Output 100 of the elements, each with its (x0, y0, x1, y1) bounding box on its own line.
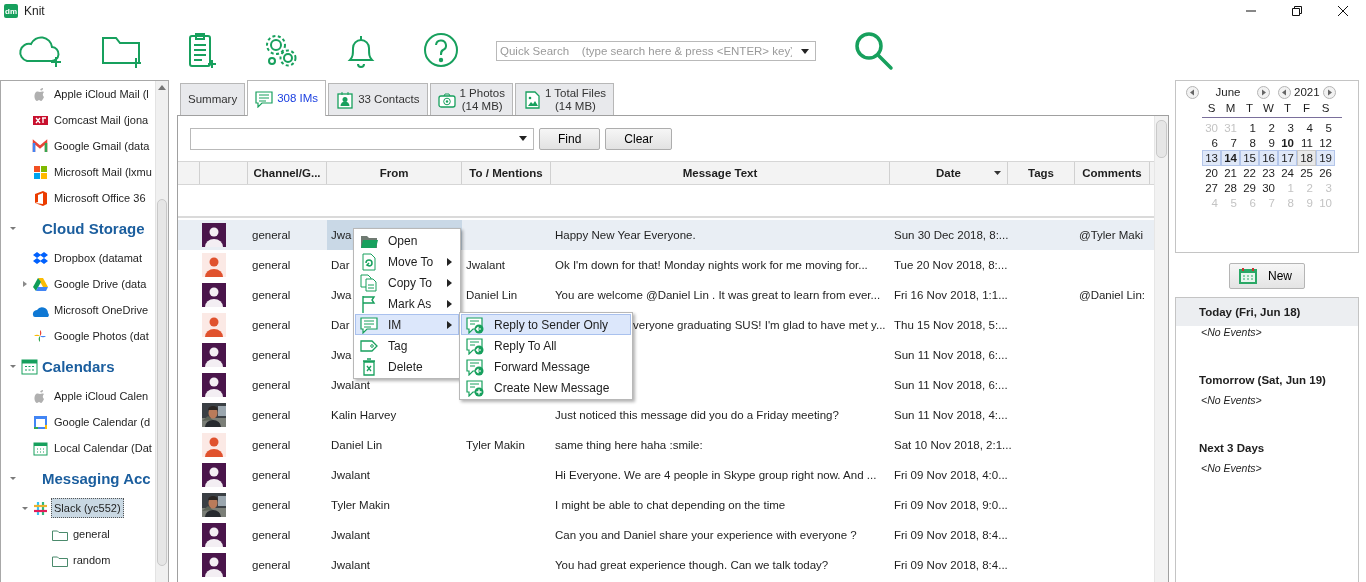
menu-item[interactable]: IM (355, 314, 459, 335)
search-icon[interactable] (852, 29, 896, 73)
calendar-day[interactable]: 11 (1297, 135, 1316, 151)
calendar-day[interactable]: 3 (1278, 120, 1297, 136)
close-icon[interactable] (1338, 6, 1348, 16)
table-cell: Daniel Lin (466, 289, 518, 301)
calendar-day[interactable]: 27 (1202, 180, 1221, 196)
tree-item[interactable]: Comcast Mail (jona (51, 110, 152, 130)
tree-item[interactable]: Apple iCloud Mail (l (51, 84, 152, 104)
calendar-day[interactable]: 2 (1259, 120, 1278, 136)
submenu-arrow-icon (447, 299, 452, 308)
calendar-day[interactable]: 7 (1221, 135, 1240, 151)
tree-item[interactable]: Microsoft Office 36 (51, 188, 149, 208)
calendar-day[interactable]: 17 (1278, 150, 1297, 166)
calendar-day[interactable]: 21 (1221, 165, 1240, 181)
calendar-day[interactable]: 25 (1297, 165, 1316, 181)
tree-item[interactable]: Google Gmail (data (51, 136, 153, 156)
column-header[interactable]: Message Text (551, 162, 890, 184)
caret-icon[interactable] (519, 136, 527, 141)
calendar-day[interactable]: 6 (1202, 135, 1221, 151)
calendar-day[interactable]: 15 (1240, 150, 1259, 166)
app-logo: dm (4, 4, 18, 18)
tree-item[interactable]: Microsoft OneDrive (51, 300, 152, 320)
column-header[interactable]: Channel/G... (248, 162, 327, 184)
calendar-day[interactable]: 29 (1240, 180, 1259, 196)
avatar-icon (202, 433, 226, 457)
tab[interactable]: 1 Total Files (14 MB) (514, 83, 615, 115)
menu-item[interactable]: Copy To (355, 272, 459, 293)
calendar-day[interactable]: 9 (1259, 135, 1278, 151)
scrollbar[interactable] (155, 81, 168, 582)
column-header[interactable]: Comments (1075, 162, 1150, 184)
calendar-day[interactable]: 16 (1259, 150, 1278, 166)
table-cell: Sun 11 Nov 2018, 6:... (894, 349, 1008, 361)
tree-item[interactable]: Google Drive (data (51, 274, 150, 294)
agenda-heading[interactable]: Tomorrow (Sat, Jun 19) (1176, 366, 1358, 394)
tree-item[interactable]: Dropbox (datamat (51, 248, 146, 268)
tree-item[interactable]: Google Calendar (d (51, 412, 153, 432)
agenda-heading[interactable]: Next 3 Days (1176, 434, 1358, 462)
menu-item[interactable]: Reply to Sender Only (461, 314, 631, 335)
tree-item[interactable]: Local Calendar (Dat (51, 438, 155, 458)
menu-item[interactable]: Open (355, 230, 459, 251)
agenda-heading[interactable]: Today (Fri, Jun 18) (1176, 298, 1358, 326)
calendar-day[interactable]: 4 (1297, 120, 1316, 136)
calendar-day[interactable]: 18 (1297, 150, 1316, 166)
calendar-day[interactable]: 19 (1316, 150, 1335, 166)
table-cell: Tyler Makin (466, 439, 525, 451)
table-cell: @Tyler Maki (1079, 229, 1144, 241)
calendar-day[interactable]: 10 (1278, 135, 1297, 151)
tree-item[interactable]: Microsoft Mail (lxmu (51, 162, 155, 182)
next-icon[interactable] (1322, 85, 1336, 99)
new-button[interactable]: New (1229, 263, 1305, 289)
menu-item[interactable]: Reply To All (461, 335, 631, 356)
next-icon[interactable] (1257, 85, 1270, 99)
calendar-day[interactable]: 13 (1202, 150, 1221, 166)
calendar-day[interactable]: 28 (1221, 180, 1240, 196)
calendar-day[interactable]: 8 (1240, 135, 1259, 151)
filter-button[interactable]: Clear (605, 127, 673, 150)
menu-item[interactable]: Delete (355, 356, 459, 377)
sort-caret-icon[interactable] (994, 171, 1001, 175)
menu-item[interactable]: Move To (355, 251, 459, 272)
column-header[interactable]: Date (890, 162, 1008, 184)
previous-icon[interactable] (1278, 85, 1291, 99)
calendar-day[interactable]: 24 (1278, 165, 1297, 181)
section-heading[interactable]: Calendars (42, 357, 115, 375)
calendar-day[interactable]: 30 (1259, 180, 1278, 196)
calendar-day[interactable]: 12 (1316, 135, 1335, 151)
calendar-day[interactable]: 23 (1259, 165, 1278, 181)
table-cell: general (252, 559, 291, 571)
tree-item[interactable]: random (70, 550, 114, 570)
menu-item[interactable]: Tag (355, 335, 459, 356)
tree-item[interactable]: Slack (yc552) (51, 498, 124, 518)
column-header[interactable]: Tags (1008, 162, 1075, 184)
calendar-day[interactable]: 5 (1316, 120, 1335, 136)
tree-item[interactable]: general (70, 524, 113, 544)
menu-item[interactable]: Create New Message (461, 377, 631, 398)
calendar-day[interactable]: 26 (1316, 165, 1335, 181)
scrollbar[interactable] (1154, 116, 1168, 582)
calendar-day[interactable]: 22 (1240, 165, 1259, 181)
section-heading[interactable]: Messaging Acc (42, 469, 151, 487)
tab[interactable]: 1 Photos (14 MB) (429, 83, 513, 115)
column-header[interactable]: From (327, 162, 462, 184)
empty-events-text: <No Events> (1201, 326, 1262, 338)
filter-button[interactable]: Find (539, 127, 601, 150)
column-header[interactable]: To / Mentions (462, 162, 551, 184)
tab[interactable]: 308 IMs (247, 80, 327, 116)
caret-icon[interactable] (801, 48, 809, 54)
tree-item[interactable]: Apple iCloud Calen (51, 386, 152, 406)
section-heading[interactable]: Cloud Storage (42, 219, 145, 237)
menu-item[interactable]: Forward Message (461, 356, 631, 377)
tree-item[interactable]: Google Photos (dat (51, 326, 152, 346)
trash-icon (360, 357, 378, 376)
previous-icon[interactable] (1186, 85, 1199, 99)
tab[interactable]: Summary (180, 83, 246, 115)
tab[interactable]: 33 Contacts (328, 83, 428, 115)
scroll-up-icon[interactable] (158, 85, 166, 90)
menu-item[interactable]: Mark As (355, 293, 459, 314)
maximize-icon[interactable] (1292, 6, 1302, 16)
calendar-day[interactable]: 1 (1240, 120, 1259, 136)
calendar-day[interactable]: 14 (1221, 150, 1240, 166)
calendar-day[interactable]: 20 (1202, 165, 1221, 181)
